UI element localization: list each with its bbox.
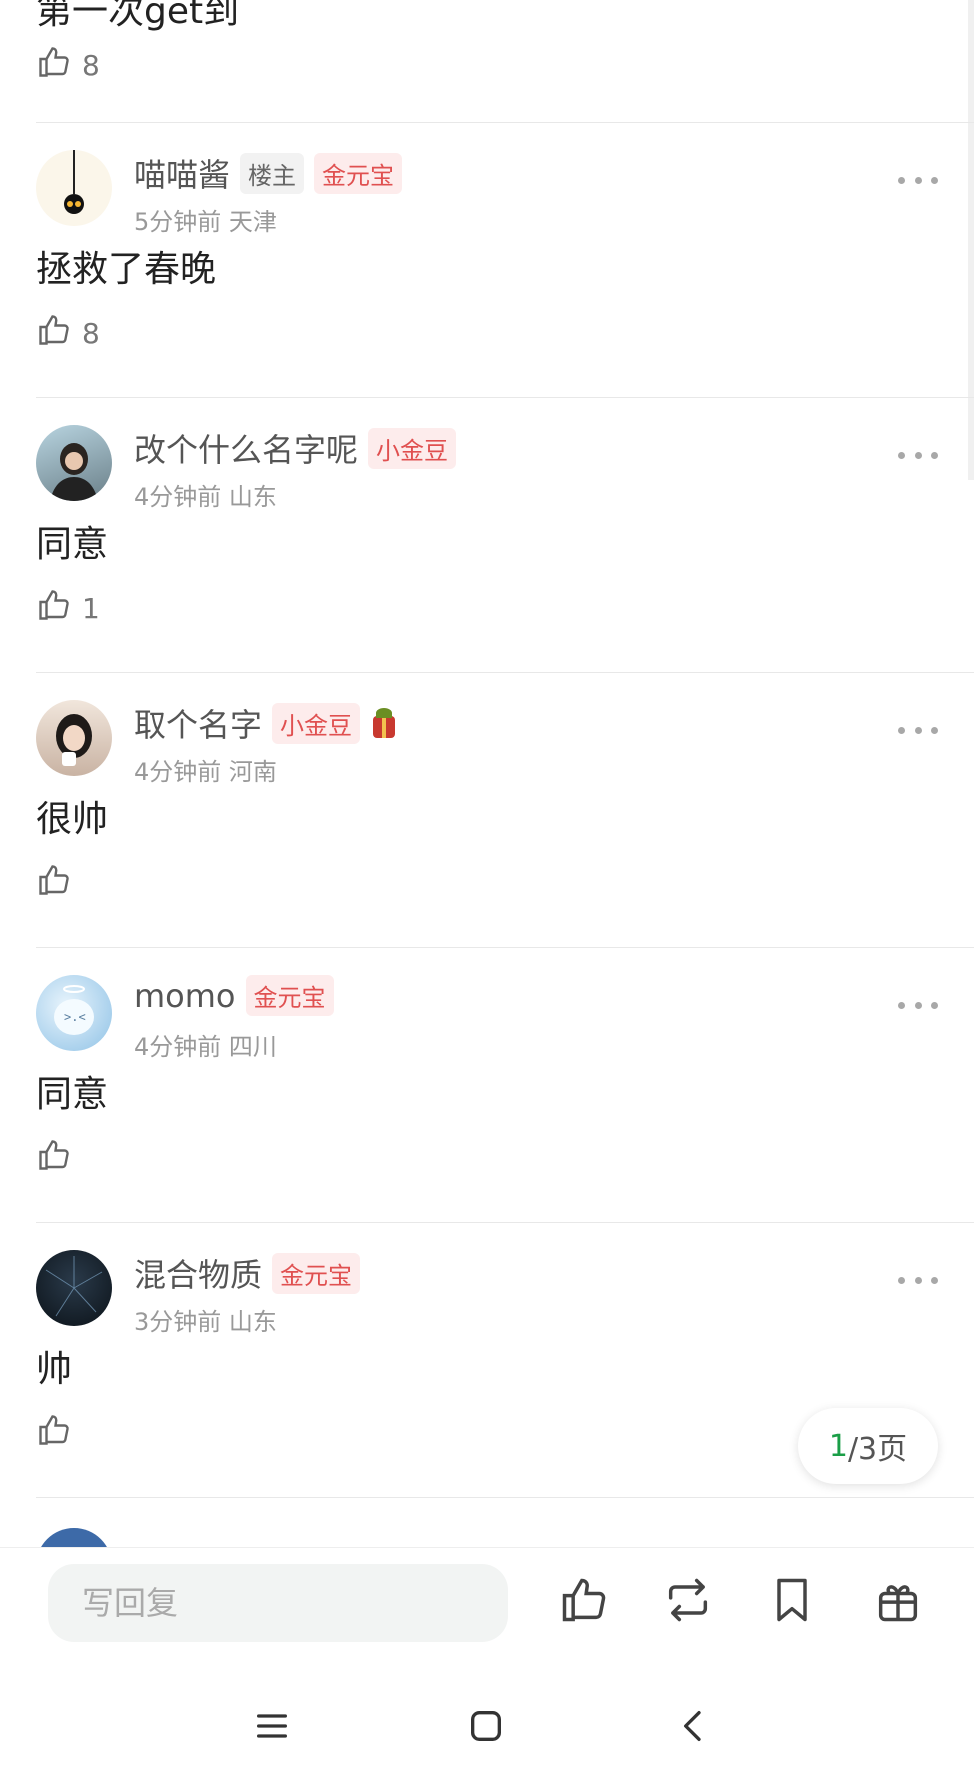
more-icon[interactable] bbox=[898, 174, 938, 186]
back-button[interactable] bbox=[664, 1696, 724, 1756]
avatar[interactable] bbox=[36, 1250, 112, 1326]
gift-icon bbox=[878, 1585, 918, 1622]
thumbs-up-icon bbox=[36, 862, 72, 905]
divider bbox=[36, 672, 974, 673]
username[interactable]: 取个名字 bbox=[134, 700, 262, 746]
gift-badge-icon bbox=[370, 706, 398, 740]
like-button[interactable] bbox=[36, 1137, 82, 1180]
username[interactable]: momo bbox=[134, 977, 236, 1015]
thumbs-up-icon bbox=[36, 44, 72, 87]
bookmark-button[interactable] bbox=[762, 1570, 822, 1630]
menu-icon bbox=[257, 1714, 287, 1738]
svg-text:>.<: >.< bbox=[64, 1010, 86, 1024]
comment-item: 改个什么名字呢 小金豆 4分钟前 山东 同意 1 bbox=[0, 397, 974, 673]
comment-meta: 5分钟前 天津 bbox=[134, 208, 277, 236]
level-badge: 小金豆 bbox=[272, 702, 361, 744]
comment-item: >.< momo 金元宝 4分钟前 四川 同意 bbox=[0, 947, 974, 1223]
more-icon[interactable] bbox=[898, 999, 938, 1011]
comment-meta: 4分钟前 四川 bbox=[134, 1033, 277, 1061]
avatar-image bbox=[50, 443, 98, 501]
like-button[interactable] bbox=[36, 1412, 82, 1455]
avatar[interactable] bbox=[36, 700, 112, 776]
repost-icon bbox=[668, 1578, 708, 1622]
comment-meta: 3分钟前 山东 bbox=[134, 1308, 277, 1336]
avatar[interactable] bbox=[36, 150, 112, 226]
comment-header: 改个什么名字呢 小金豆 bbox=[134, 425, 457, 471]
comment-header: momo 金元宝 bbox=[134, 975, 334, 1016]
divider bbox=[36, 122, 974, 123]
like-button[interactable]: 8 bbox=[36, 312, 100, 355]
comment-text: 同意 bbox=[36, 524, 109, 565]
bookmark-icon bbox=[777, 1578, 807, 1622]
level-badge: 小金豆 bbox=[368, 427, 457, 469]
more-icon[interactable] bbox=[898, 449, 938, 461]
like-button[interactable] bbox=[36, 862, 82, 905]
avatar-image bbox=[56, 714, 92, 766]
page-total: /3页 bbox=[847, 1432, 908, 1467]
comment-header: 喵喵酱 楼主 金元宝 bbox=[134, 150, 403, 196]
like-button[interactable]: 8 bbox=[36, 44, 100, 87]
divider bbox=[36, 397, 974, 398]
comment-header: 取个名字 小金豆 bbox=[134, 700, 398, 746]
comment-list[interactable]: 第一次get到 8 喵喵酱 楼主 金元宝 5分钟前 天津 拯救了春晚 8 改个什… bbox=[0, 0, 974, 1547]
comment-text: 很帅 bbox=[36, 799, 109, 840]
avatar[interactable] bbox=[36, 425, 112, 501]
username[interactable]: 改个什么名字呢 bbox=[134, 425, 358, 471]
more-icon[interactable] bbox=[898, 1274, 938, 1286]
thumbs-up-icon bbox=[36, 587, 72, 630]
page-current: 1 bbox=[828, 1428, 848, 1464]
like-action-button[interactable] bbox=[554, 1570, 614, 1630]
home-icon bbox=[471, 1711, 501, 1741]
thumbs-up-icon bbox=[562, 1578, 606, 1622]
partial-comment-text: 第一次get到 bbox=[36, 0, 240, 32]
comment-meta: 4分钟前 河南 bbox=[134, 758, 277, 786]
comment-text: 同意 bbox=[36, 1074, 109, 1115]
divider bbox=[36, 947, 974, 948]
like-count: 8 bbox=[82, 317, 100, 350]
thumbs-up-icon bbox=[36, 1137, 72, 1180]
more-icon[interactable] bbox=[898, 724, 938, 736]
comment-text: 拯救了春晚 bbox=[36, 249, 217, 290]
comment-text: 帅 bbox=[36, 1349, 73, 1390]
comment-header: 混合物质 金元宝 bbox=[134, 1250, 361, 1296]
comment-item: 喵喵酱 楼主 金元宝 5分钟前 天津 拯救了春晚 8 bbox=[0, 122, 974, 398]
divider bbox=[36, 1222, 974, 1223]
avatar-image: >.< bbox=[54, 985, 94, 1035]
divider bbox=[36, 1497, 974, 1498]
thumbs-up-icon bbox=[36, 1412, 72, 1455]
bottom-action-bar bbox=[0, 1547, 974, 1776]
repost-button[interactable] bbox=[658, 1570, 718, 1630]
like-count: 1 bbox=[82, 592, 100, 625]
level-badge: 金元宝 bbox=[314, 152, 403, 194]
avatar[interactable]: >.< bbox=[36, 975, 112, 1051]
gift-button[interactable] bbox=[868, 1570, 928, 1630]
comment-meta: 4分钟前 山东 bbox=[134, 483, 277, 511]
like-button[interactable]: 1 bbox=[36, 587, 100, 630]
avatar-image bbox=[45, 1256, 103, 1317]
back-icon bbox=[684, 1711, 701, 1741]
avatar[interactable] bbox=[36, 1528, 112, 1547]
home-button[interactable] bbox=[456, 1696, 516, 1756]
level-badge: 金元宝 bbox=[272, 1252, 361, 1294]
avatar-image bbox=[64, 150, 84, 214]
username[interactable]: 混合物质 bbox=[134, 1250, 262, 1296]
username[interactable]: 喵喵酱 bbox=[134, 150, 230, 196]
reply-input[interactable] bbox=[48, 1564, 508, 1642]
thumbs-up-icon bbox=[36, 312, 72, 355]
page-indicator[interactable]: 1 /3页 bbox=[798, 1408, 938, 1484]
op-badge: 楼主 bbox=[240, 152, 305, 194]
menu-button[interactable] bbox=[242, 1696, 302, 1756]
level-badge: 金元宝 bbox=[245, 975, 334, 1016]
comment-item: 取个名字 小金豆 4分钟前 河南 很帅 bbox=[0, 672, 974, 948]
like-count: 8 bbox=[82, 49, 100, 82]
